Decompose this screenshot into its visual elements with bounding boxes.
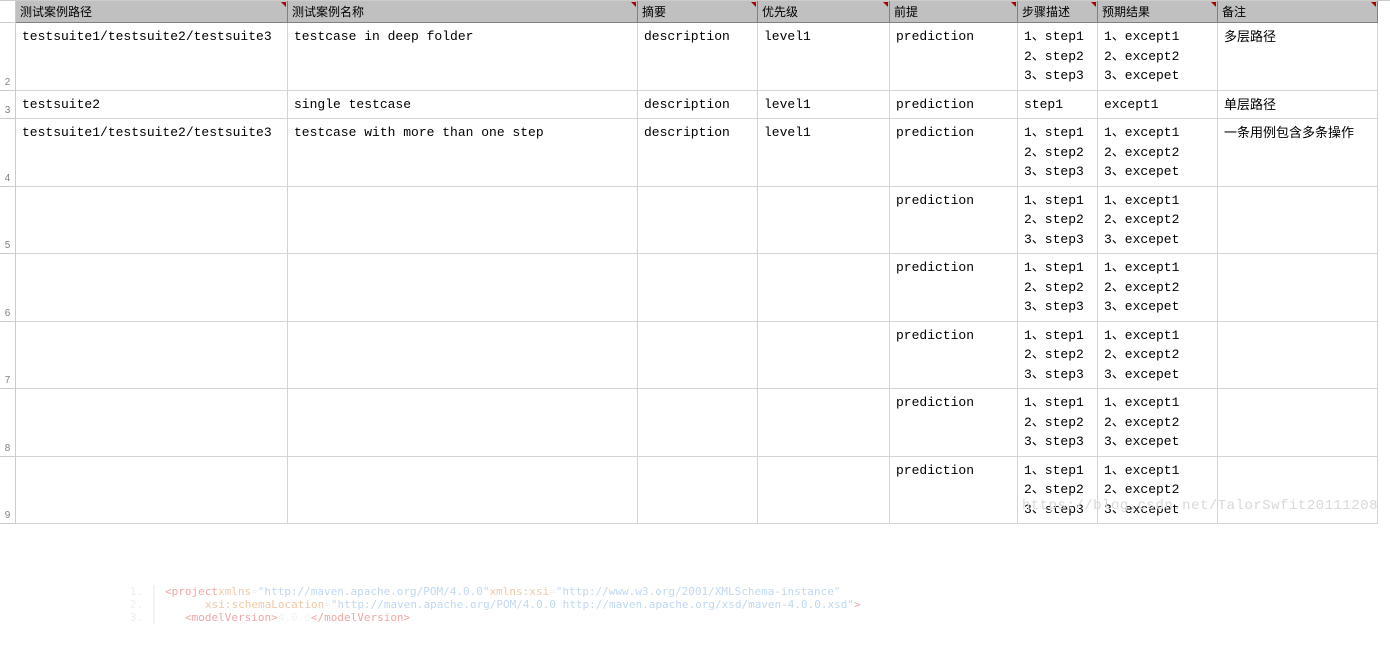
cell-summary[interactable] — [638, 389, 758, 457]
cell-expect[interactable]: 1、except1 2、except2 3、excepet — [1098, 187, 1218, 255]
cell-expect[interactable]: 1、except1 2、except2 3、excepet — [1098, 389, 1218, 457]
cell-name[interactable]: testcase with more than one step — [288, 119, 638, 187]
cell-pre[interactable]: prediction — [890, 457, 1018, 525]
cell-expect[interactable]: 1、except1 2、except2 3、excepet — [1098, 23, 1218, 91]
cell-priority[interactable] — [758, 322, 890, 390]
cell-path[interactable] — [16, 457, 288, 525]
cell-summary[interactable] — [638, 322, 758, 390]
cell-pre[interactable]: prediction — [890, 91, 1018, 120]
cell-summary[interactable]: description — [638, 91, 758, 120]
col-header-name[interactable]: 测试案例名称 — [288, 1, 638, 23]
cell-pre[interactable]: prediction — [890, 187, 1018, 255]
cell-priority[interactable]: level1 — [758, 91, 890, 120]
row-number[interactable]: 8 — [0, 389, 16, 457]
cell-summary[interactable] — [638, 254, 758, 322]
col-header-path[interactable]: 测试案例路径 — [16, 1, 288, 23]
cell-summary[interactable] — [638, 457, 758, 525]
cell-priority[interactable]: level1 — [758, 119, 890, 187]
row-number[interactable]: 9 — [0, 457, 16, 525]
cell-pre[interactable]: prediction — [890, 389, 1018, 457]
cell-path[interactable] — [16, 187, 288, 255]
row-number[interactable]: 4 — [0, 119, 16, 187]
cell-path[interactable]: testsuite1/testsuite2/testsuite3 — [16, 119, 288, 187]
col-header-summary[interactable]: 摘要 — [638, 1, 758, 23]
cell-steps[interactable]: step1 — [1018, 91, 1098, 120]
row-number[interactable]: 6 — [0, 254, 16, 322]
cell-path[interactable] — [16, 322, 288, 390]
cell-name[interactable]: single testcase — [288, 91, 638, 120]
cell-name[interactable]: testcase in deep folder — [288, 23, 638, 91]
cell-name[interactable] — [288, 389, 638, 457]
cell-note[interactable] — [1218, 187, 1378, 255]
cell-note[interactable]: 多层路径 — [1218, 23, 1378, 91]
cell-pre[interactable]: prediction — [890, 254, 1018, 322]
cell-steps[interactable]: 1、step1 2、step2 3、step3 — [1018, 322, 1098, 390]
col-header-priority[interactable]: 优先级 — [758, 1, 890, 23]
row-gutter-header — [0, 1, 16, 23]
col-header-expected[interactable]: 预期结果 — [1098, 1, 1218, 23]
cell-pre[interactable]: prediction — [890, 322, 1018, 390]
cell-path[interactable] — [16, 254, 288, 322]
cell-priority[interactable] — [758, 389, 890, 457]
cell-summary[interactable]: description — [638, 23, 758, 91]
cell-steps[interactable]: 1、step1 2、step2 3、step3 — [1018, 254, 1098, 322]
watermark-text: https://blog.csdn.net/TalorSwfit20111208 — [1022, 498, 1378, 514]
cell-priority[interactable] — [758, 457, 890, 525]
cell-name[interactable] — [288, 322, 638, 390]
cell-steps[interactable]: 1、step1 2、step2 3、step3 — [1018, 23, 1098, 91]
cell-note[interactable] — [1218, 254, 1378, 322]
row-number[interactable]: 3 — [0, 91, 16, 120]
cell-priority[interactable] — [758, 254, 890, 322]
cell-pre[interactable]: prediction — [890, 23, 1018, 91]
row-number[interactable]: 5 — [0, 187, 16, 255]
cell-summary[interactable] — [638, 187, 758, 255]
row-number[interactable]: 2 — [0, 23, 16, 91]
cell-steps[interactable]: 1、step1 2、step2 3、step3 — [1018, 119, 1098, 187]
cell-note[interactable]: 一条用例包含多条操作 — [1218, 119, 1378, 187]
cell-expect[interactable]: 1、except1 2、except2 3、excepet — [1098, 322, 1218, 390]
col-header-steps[interactable]: 步骤描述 — [1018, 1, 1098, 23]
col-header-note[interactable]: 备注 — [1218, 1, 1378, 23]
cell-priority[interactable] — [758, 187, 890, 255]
cell-note[interactable] — [1218, 322, 1378, 390]
cell-summary[interactable]: description — [638, 119, 758, 187]
cell-path[interactable]: testsuite2 — [16, 91, 288, 120]
cell-name[interactable] — [288, 457, 638, 525]
cell-steps[interactable]: 1、step1 2、step2 3、step3 — [1018, 389, 1098, 457]
col-header-precondition[interactable]: 前提 — [890, 1, 1018, 23]
cell-priority[interactable]: level1 — [758, 23, 890, 91]
cell-path[interactable] — [16, 389, 288, 457]
cell-note[interactable]: 单层路径 — [1218, 91, 1378, 120]
row-number[interactable]: 7 — [0, 322, 16, 390]
cell-note[interactable] — [1218, 389, 1378, 457]
cell-name[interactable] — [288, 187, 638, 255]
cell-expect[interactable]: except1 — [1098, 91, 1218, 120]
background-code-snippet: 1.<project xmlns="http://maven.apache.or… — [120, 585, 1020, 624]
cell-expect[interactable]: 1、except1 2、except2 3、excepet — [1098, 254, 1218, 322]
cell-name[interactable] — [288, 254, 638, 322]
cell-expect[interactable]: 1、except1 2、except2 3、excepet — [1098, 119, 1218, 187]
spreadsheet-grid[interactable]: 测试案例路径 测试案例名称 摘要 优先级 前提 步骤描述 预期结果 备注 2 t… — [0, 0, 1390, 524]
cell-path[interactable]: testsuite1/testsuite2/testsuite3 — [16, 23, 288, 91]
cell-pre[interactable]: prediction — [890, 119, 1018, 187]
cell-steps[interactable]: 1、step1 2、step2 3、step3 — [1018, 187, 1098, 255]
